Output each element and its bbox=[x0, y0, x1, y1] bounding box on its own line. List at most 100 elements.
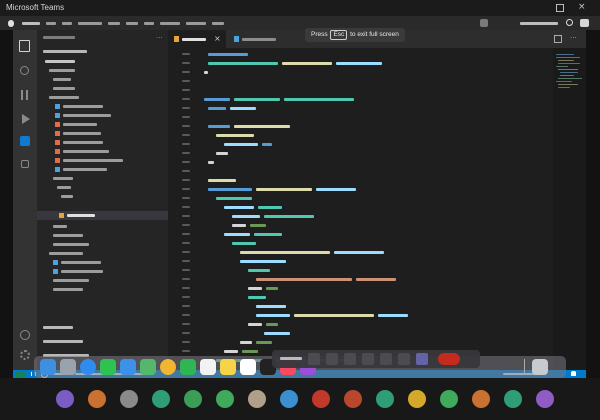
apple-icon[interactable] bbox=[8, 20, 14, 27]
tree-item[interactable] bbox=[63, 123, 97, 126]
raise-hand-icon[interactable] bbox=[380, 353, 392, 365]
menu-item[interactable] bbox=[108, 22, 120, 25]
more-icon[interactable] bbox=[362, 353, 374, 365]
file-icon bbox=[55, 140, 60, 145]
camera-icon[interactable] bbox=[308, 353, 320, 365]
tree-item[interactable] bbox=[57, 186, 71, 189]
menu-item[interactable] bbox=[62, 22, 72, 25]
menu-item[interactable] bbox=[126, 22, 138, 25]
tree-item[interactable] bbox=[61, 261, 101, 264]
status-menu-icon[interactable] bbox=[480, 19, 488, 27]
menu-item[interactable] bbox=[212, 22, 224, 25]
code-token bbox=[232, 224, 246, 227]
tree-section-header[interactable] bbox=[43, 50, 87, 53]
maps-icon[interactable] bbox=[140, 359, 156, 375]
tree-item[interactable] bbox=[53, 87, 75, 90]
tree-item[interactable] bbox=[63, 141, 103, 144]
tree-item[interactable] bbox=[63, 150, 109, 153]
run-debug-icon[interactable] bbox=[22, 114, 30, 124]
mail-icon[interactable] bbox=[120, 359, 136, 375]
tree-item[interactable] bbox=[45, 60, 75, 63]
search-icon[interactable] bbox=[20, 66, 29, 75]
tree-item[interactable] bbox=[53, 78, 71, 81]
tree-item[interactable] bbox=[63, 105, 103, 108]
tree-item[interactable] bbox=[49, 252, 83, 255]
settings-gear-icon[interactable] bbox=[20, 350, 30, 360]
calendar-icon[interactable] bbox=[200, 359, 216, 375]
more-icon[interactable]: ··· bbox=[156, 35, 163, 42]
launchpad-icon[interactable] bbox=[60, 359, 76, 375]
remote-indicator-icon[interactable] bbox=[15, 371, 25, 377]
chat-icon[interactable] bbox=[398, 353, 410, 365]
search-icon[interactable] bbox=[566, 19, 573, 26]
tree-section-header[interactable] bbox=[43, 340, 83, 343]
messages-icon[interactable] bbox=[100, 359, 116, 375]
participant-avatar[interactable] bbox=[216, 390, 234, 408]
hang-up-icon[interactable] bbox=[438, 353, 460, 365]
menu-item[interactable] bbox=[144, 22, 154, 25]
trash-icon[interactable] bbox=[532, 359, 548, 375]
menu-item[interactable] bbox=[78, 22, 102, 25]
control-center-icon[interactable] bbox=[580, 19, 589, 27]
tree-item[interactable] bbox=[63, 114, 111, 117]
participant-avatar[interactable] bbox=[248, 390, 266, 408]
tree-item[interactable] bbox=[49, 69, 75, 72]
editor-tab[interactable] bbox=[228, 30, 284, 48]
maximize-icon[interactable] bbox=[556, 4, 564, 12]
menu-item[interactable] bbox=[46, 22, 56, 25]
tree-item[interactable] bbox=[53, 234, 83, 237]
menu-item[interactable] bbox=[186, 22, 206, 25]
people-icon[interactable] bbox=[416, 353, 428, 365]
extensions-icon[interactable] bbox=[20, 136, 30, 146]
tree-item[interactable] bbox=[61, 195, 73, 198]
notifications-bell-icon[interactable] bbox=[571, 371, 576, 376]
tree-item[interactable] bbox=[63, 132, 101, 135]
account-icon[interactable] bbox=[20, 330, 30, 340]
photos-icon[interactable] bbox=[160, 359, 176, 375]
safari-icon[interactable] bbox=[80, 359, 96, 375]
tree-item[interactable] bbox=[53, 225, 67, 228]
close-icon[interactable]: × bbox=[578, 2, 586, 12]
participant-avatar[interactable] bbox=[56, 390, 74, 408]
menu-item[interactable] bbox=[22, 22, 40, 25]
participant-avatar[interactable] bbox=[312, 390, 330, 408]
finder-icon[interactable] bbox=[40, 359, 56, 375]
tree-item[interactable] bbox=[49, 96, 79, 99]
reminders-icon[interactable] bbox=[240, 359, 256, 375]
tree-section-header[interactable] bbox=[43, 326, 73, 329]
tree-item[interactable] bbox=[63, 159, 123, 162]
remote-icon[interactable] bbox=[21, 160, 29, 168]
participant-avatar[interactable] bbox=[376, 390, 394, 408]
more-icon[interactable]: ··· bbox=[570, 35, 577, 42]
microphone-icon[interactable] bbox=[326, 353, 338, 365]
tree-item[interactable] bbox=[53, 177, 73, 180]
share-screen-icon[interactable] bbox=[344, 353, 356, 365]
editor-tab-active[interactable]: × bbox=[168, 30, 226, 48]
participant-avatar[interactable] bbox=[120, 390, 138, 408]
participant-avatar[interactable] bbox=[536, 390, 554, 408]
facetime-icon[interactable] bbox=[180, 359, 196, 375]
split-editor-icon[interactable] bbox=[554, 35, 562, 43]
participant-avatar[interactable] bbox=[344, 390, 362, 408]
minimap[interactable] bbox=[553, 48, 586, 370]
tree-item[interactable] bbox=[61, 270, 103, 273]
tree-item[interactable] bbox=[63, 168, 107, 171]
tree-item[interactable] bbox=[53, 288, 83, 291]
participant-avatar[interactable] bbox=[504, 390, 522, 408]
tree-item[interactable] bbox=[53, 243, 89, 246]
tree-item[interactable] bbox=[53, 279, 89, 282]
notes-icon[interactable] bbox=[220, 359, 236, 375]
source-control-icon[interactable] bbox=[21, 90, 28, 100]
explorer-icon[interactable] bbox=[19, 40, 30, 52]
close-icon[interactable]: × bbox=[214, 34, 221, 43]
participant-avatar[interactable] bbox=[184, 390, 202, 408]
participant-avatar[interactable] bbox=[280, 390, 298, 408]
participant-avatar[interactable] bbox=[472, 390, 490, 408]
participant-avatar[interactable] bbox=[152, 390, 170, 408]
menu-item[interactable] bbox=[160, 22, 180, 25]
tree-item-selected[interactable] bbox=[37, 211, 168, 220]
line-number bbox=[182, 224, 190, 226]
participant-avatar[interactable] bbox=[440, 390, 458, 408]
participant-avatar[interactable] bbox=[408, 390, 426, 408]
participant-avatar[interactable] bbox=[88, 390, 106, 408]
